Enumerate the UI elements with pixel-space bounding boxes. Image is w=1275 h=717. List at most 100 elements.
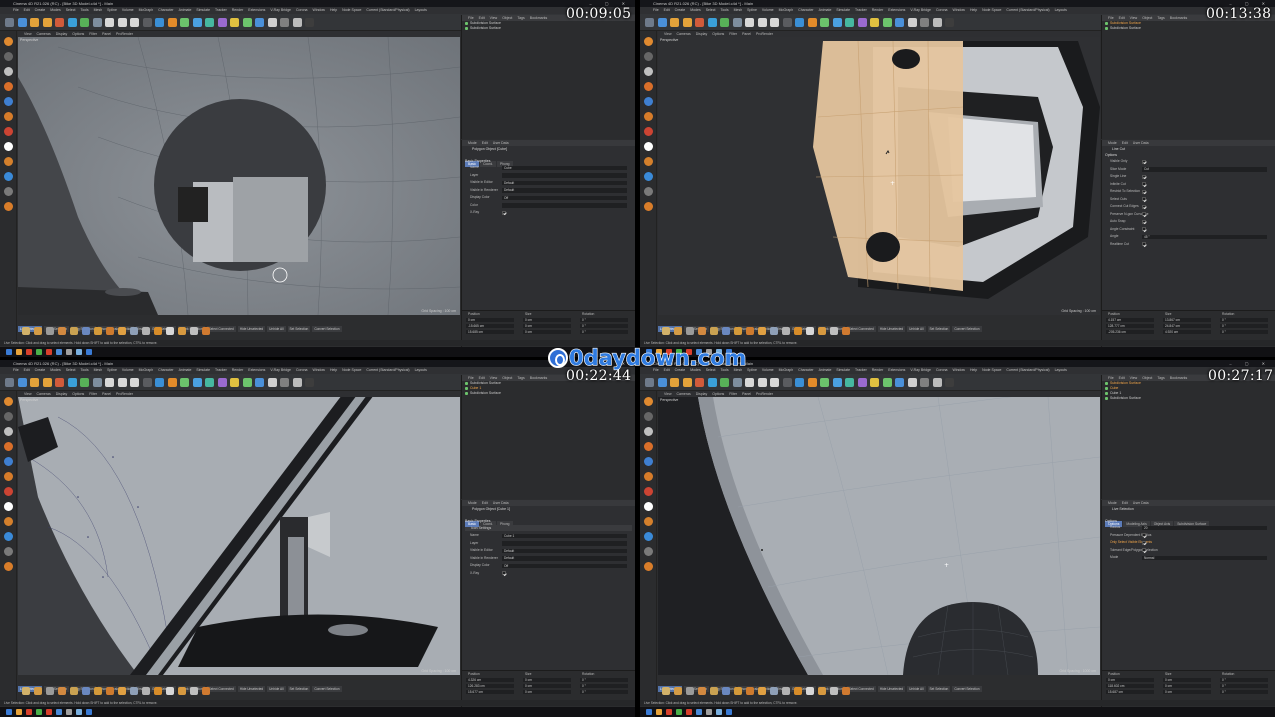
attribute-checkbox[interactable]: [1142, 540, 1146, 545]
viewport[interactable]: View Cameras Display Options Filter Panel ProR…: [18, 31, 460, 315]
toolbar-tool-icon[interactable]: [17, 378, 27, 387]
menu-item[interactable]: File: [13, 368, 19, 372]
mode-icon[interactable]: [4, 502, 13, 511]
modeling-tool-icon[interactable]: [770, 687, 778, 695]
modeling-tool-icon[interactable]: [142, 327, 150, 335]
toolbar-tool-icon[interactable]: [80, 18, 89, 27]
modeling-tool-icon[interactable]: [698, 687, 706, 695]
menu-item[interactable]: Spline: [747, 8, 757, 12]
object-menu-item[interactable]: File: [1108, 16, 1114, 20]
viewport-menu-item[interactable]: Panel: [102, 392, 111, 396]
attribute-checkbox[interactable]: [1142, 227, 1146, 231]
attribute-field[interactable]: [502, 541, 627, 546]
taskbar-app-icon[interactable]: [26, 349, 32, 355]
mode-icon[interactable]: [644, 472, 653, 481]
object-menu-item[interactable]: Bookmarks: [530, 376, 548, 380]
menu-item[interactable]: File: [13, 8, 19, 12]
toolbar-tool-icon[interactable]: [155, 18, 164, 27]
attribute-checkbox[interactable]: [1142, 174, 1146, 179]
toolbar-tool-icon[interactable]: [230, 18, 239, 27]
mode-icon[interactable]: [644, 502, 653, 511]
mode-icon[interactable]: [644, 427, 653, 436]
toolbar-tool-icon[interactable]: [167, 378, 177, 387]
mode-icon[interactable]: [644, 412, 653, 421]
menu-item[interactable]: Corona: [296, 368, 307, 372]
toolbar-tool-icon[interactable]: [870, 378, 879, 387]
node-space-select[interactable]: Current (Standard/Physical): [366, 368, 409, 372]
toolbar-tool-icon[interactable]: [142, 378, 152, 387]
coordinate-field[interactable]: 4.157 cm: [1106, 317, 1154, 323]
attribute-field[interactable]: Default: [502, 548, 627, 553]
toolbar-tool-icon[interactable]: [180, 378, 189, 387]
attribute-field[interactable]: Cube: [502, 165, 627, 170]
menu-item[interactable]: Tracker: [215, 368, 227, 372]
layouts-label[interactable]: Layouts: [415, 8, 427, 12]
modeling-tool-icon[interactable]: [770, 327, 778, 335]
object-menu-item[interactable]: Tags: [1157, 376, 1164, 380]
attribute-field[interactable]: Default: [502, 556, 627, 561]
menu-item[interactable]: Tools: [720, 8, 728, 12]
coordinate-field[interactable]: 0 °: [580, 317, 628, 323]
coordinate-field[interactable]: 0 °: [580, 323, 628, 329]
object-menu-item[interactable]: Object: [502, 16, 512, 20]
toolbar-tool-icon[interactable]: [280, 18, 289, 27]
modeling-tool-icon[interactable]: [662, 687, 670, 695]
mode-icon[interactable]: [4, 472, 13, 481]
toolbar-tool-icon[interactable]: [720, 378, 729, 387]
viewport-menu-item[interactable]: Filter: [729, 32, 737, 36]
attribute-tab[interactable]: Phong: [496, 521, 513, 527]
taskbar-app-icon[interactable]: [86, 709, 92, 715]
toolbar-tool-icon[interactable]: [770, 378, 779, 387]
coordinate-field[interactable]: 128.777 cm: [1106, 323, 1154, 329]
menu-item[interactable]: Character: [158, 8, 173, 12]
toolbar-tool-icon[interactable]: [732, 18, 742, 27]
attribute-field[interactable]: Default: [502, 188, 627, 193]
coordinate-field[interactable]: 0 °: [580, 683, 628, 689]
menu-item[interactable]: Animate: [819, 368, 832, 372]
toolbar-tool-icon[interactable]: [42, 378, 52, 387]
viewport-menu-item[interactable]: Cameras: [677, 32, 691, 36]
toolbar-tool-icon[interactable]: [192, 18, 202, 27]
layouts-label[interactable]: Layouts: [1055, 368, 1067, 372]
mode-icon[interactable]: [644, 142, 653, 151]
toolbar-tool-icon[interactable]: [732, 378, 742, 387]
toolbar-tool-icon[interactable]: [657, 18, 667, 27]
viewport-menu-item[interactable]: Filter: [89, 392, 97, 396]
toolbar-tool-icon[interactable]: [857, 18, 867, 27]
coordinate-field[interactable]: 0 °: [1220, 323, 1268, 329]
modeling-tool-icon[interactable]: [46, 327, 54, 335]
object-menu-item[interactable]: Edit: [479, 16, 485, 20]
attribute-field[interactable]: 45 °: [1142, 234, 1267, 239]
modeling-tool-icon[interactable]: [698, 327, 706, 335]
coordinate-field[interactable]: 0 cm: [523, 683, 571, 689]
modeling-tool-icon[interactable]: [190, 687, 198, 695]
toolbar-tool-icon[interactable]: [920, 18, 929, 27]
mode-icon[interactable]: [4, 562, 13, 571]
viewport-menu-item[interactable]: ProRender: [116, 392, 133, 396]
menu-item[interactable]: Tracker: [855, 368, 867, 372]
toolbar-tool-icon[interactable]: [192, 378, 202, 387]
taskbar-app-icon[interactable]: [76, 349, 82, 355]
viewport-menu-item[interactable]: ProRender: [756, 32, 773, 36]
menu-item[interactable]: Corona: [296, 8, 307, 12]
mode-icon[interactable]: [4, 52, 13, 61]
coordinate-field[interactable]: -205.236 cm: [1106, 329, 1154, 335]
attribute-checkbox[interactable]: [1142, 242, 1146, 246]
attribute-checkbox[interactable]: [1142, 197, 1146, 201]
coordinate-field[interactable]: 0 cm: [523, 317, 571, 323]
toolbar-tool-icon[interactable]: [907, 18, 917, 27]
attribute-checkbox[interactable]: [1142, 182, 1146, 186]
menu-item[interactable]: MoGraph: [779, 368, 794, 372]
modeling-tool-icon[interactable]: [842, 687, 850, 695]
toolbar-tool-icon[interactable]: [67, 378, 77, 387]
node-space-select[interactable]: Current (Standard/Physical): [1006, 368, 1049, 372]
toolbar-tool-icon[interactable]: [180, 18, 189, 27]
modeling-tool-icon[interactable]: [758, 687, 766, 695]
layouts-label[interactable]: Layouts: [1055, 8, 1067, 12]
coordinate-field[interactable]: 0 cm: [1163, 677, 1211, 683]
viewport-menu-item[interactable]: ProRender: [756, 392, 773, 396]
attribute-field[interactable]: Normal: [1142, 555, 1267, 560]
toolbar-tool-icon[interactable]: [645, 378, 654, 387]
toolbar-tool-icon[interactable]: [130, 18, 139, 27]
menu-item[interactable]: Spline: [107, 8, 117, 12]
